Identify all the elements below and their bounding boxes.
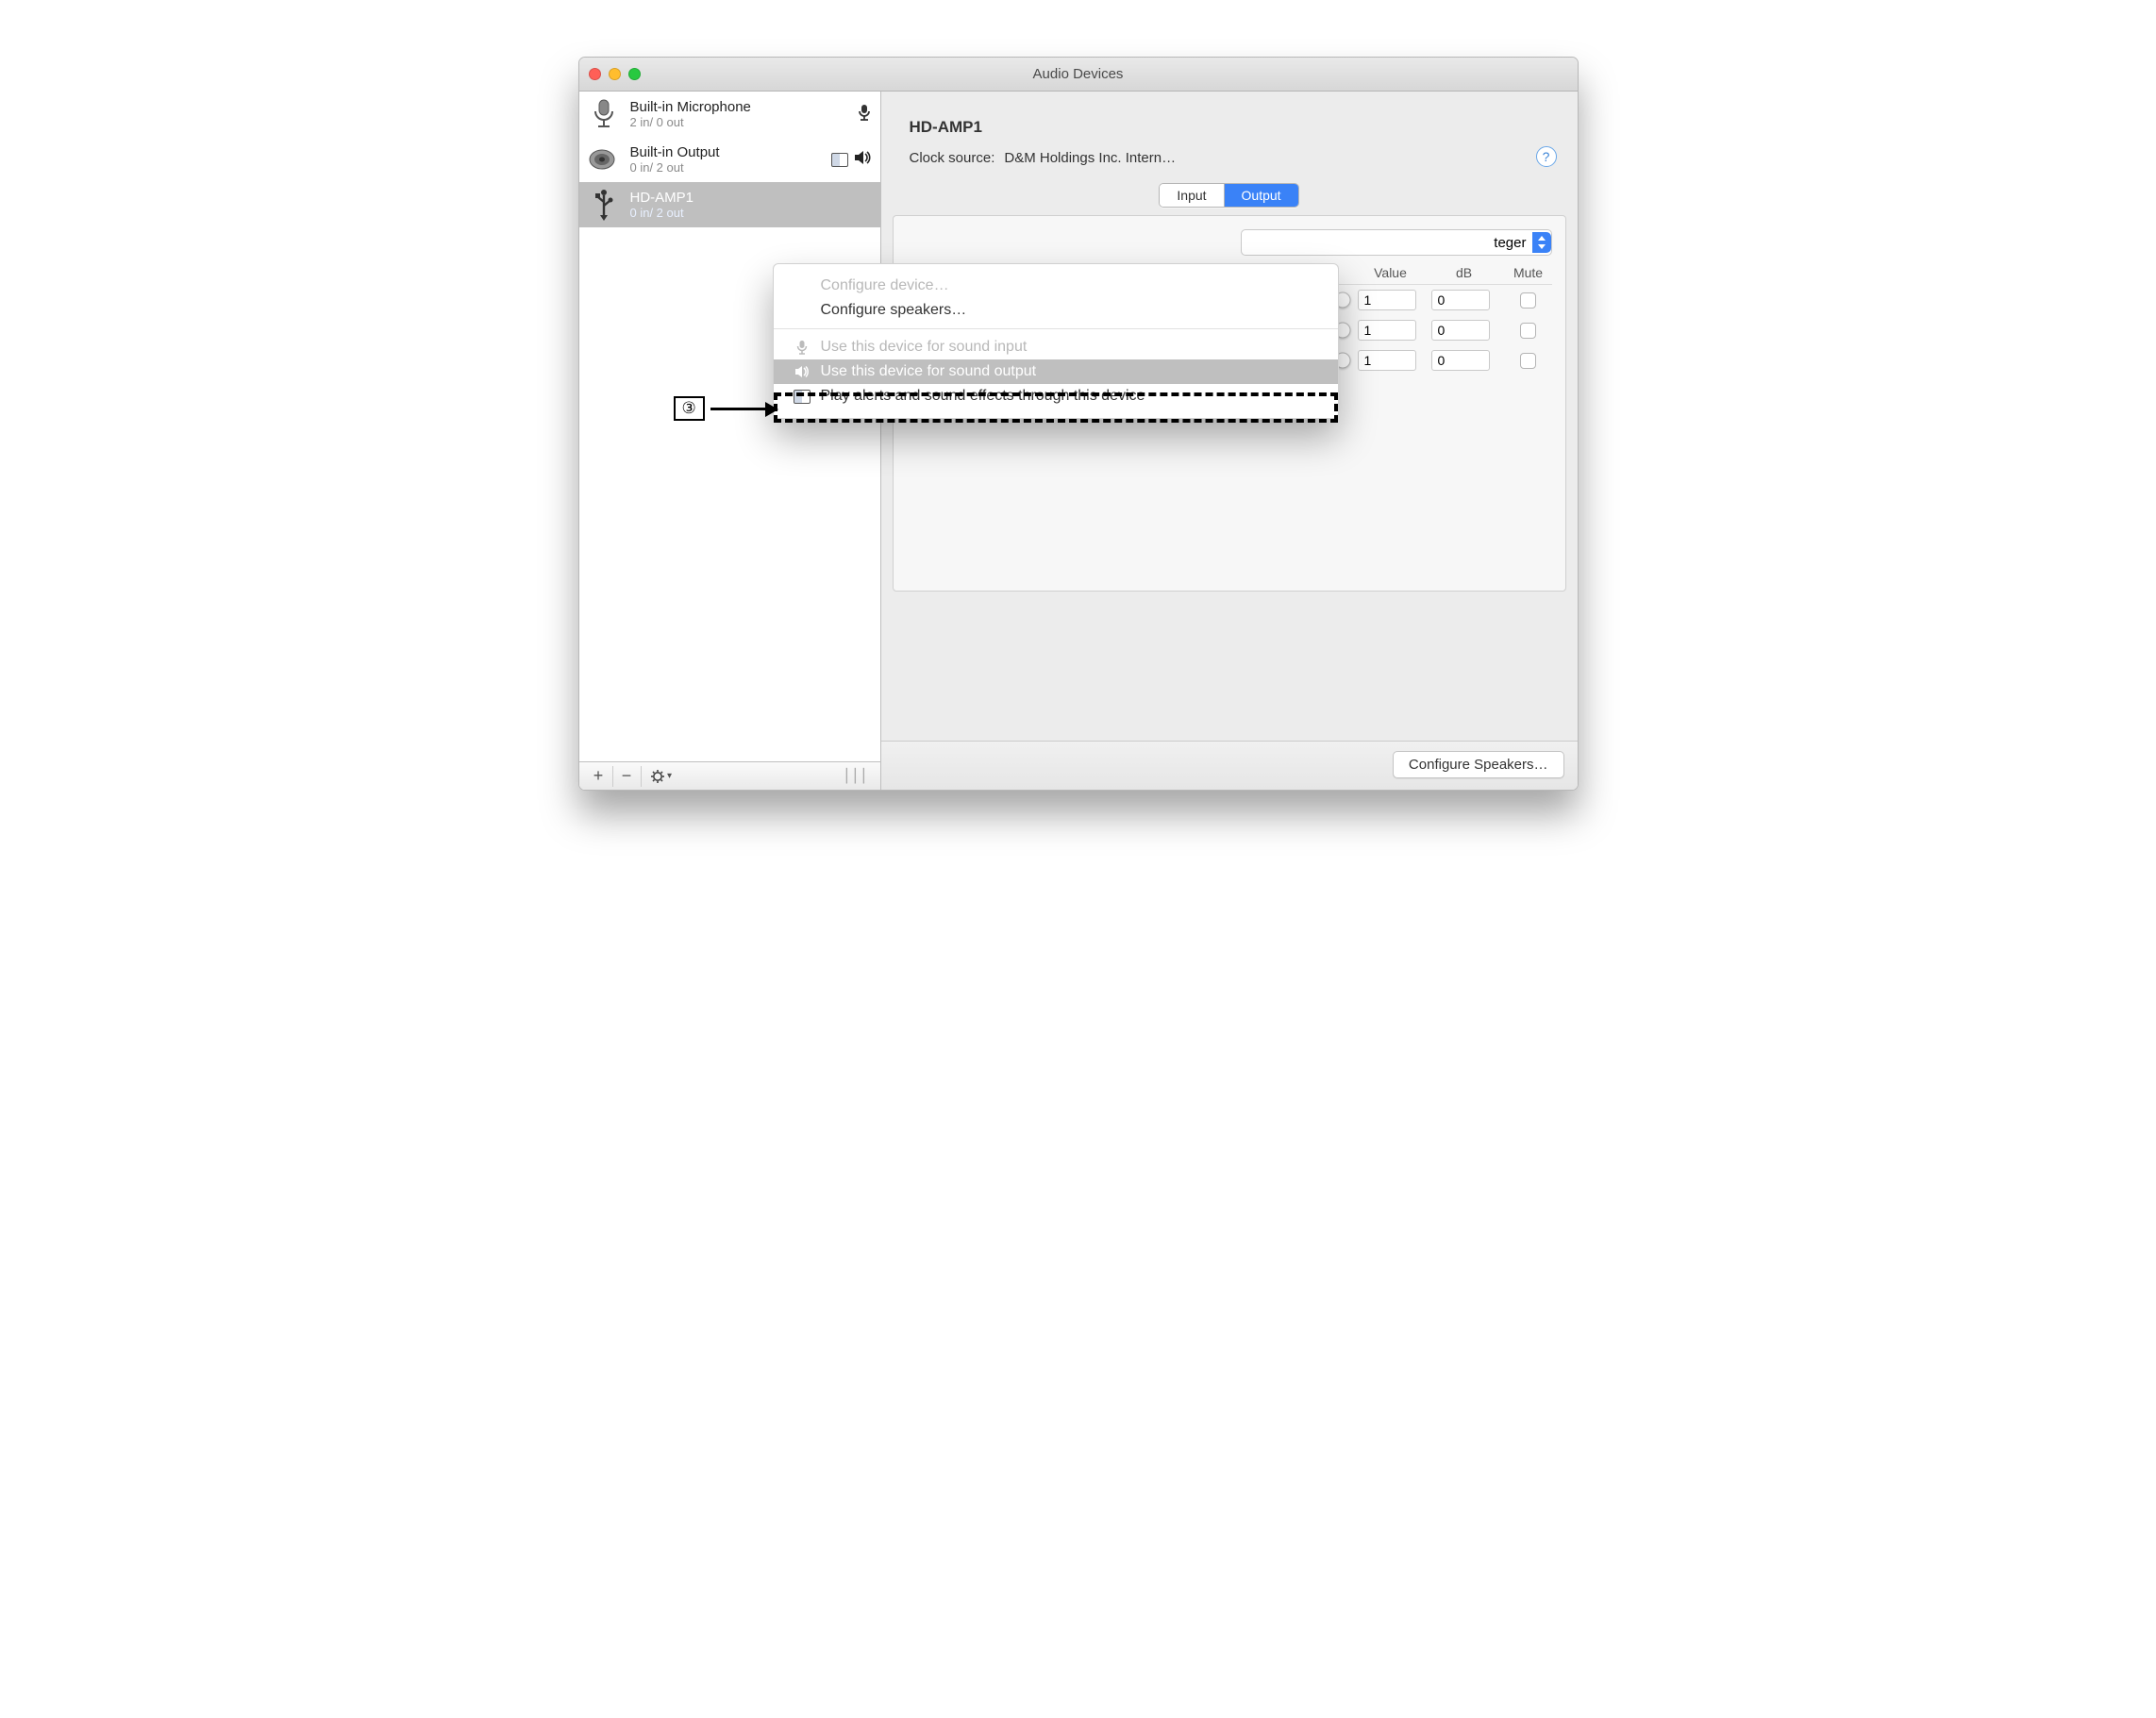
- close-button[interactable]: [589, 68, 601, 80]
- db-field[interactable]: 0: [1431, 290, 1490, 310]
- io-tabs: Input Output: [1159, 183, 1298, 208]
- configure-speakers-button[interactable]: Configure Speakers…: [1393, 751, 1564, 778]
- device-channels: 2 in/ 0 out: [630, 115, 848, 129]
- arrow-icon: [710, 408, 777, 410]
- tab-output[interactable]: Output: [1225, 184, 1298, 207]
- col-value: Value: [1358, 265, 1424, 280]
- db-field[interactable]: 0: [1431, 320, 1490, 341]
- add-device-button[interactable]: +: [585, 766, 613, 787]
- tab-input[interactable]: Input: [1160, 184, 1224, 207]
- detail-panel: HD-AMP1 Clock source: D&M Holdings Inc. …: [881, 92, 1578, 790]
- finder-icon: [793, 390, 811, 404]
- usb-icon: [587, 188, 621, 222]
- window-controls: [589, 68, 641, 80]
- help-button[interactable]: ?: [1536, 146, 1557, 167]
- col-db: dB: [1431, 265, 1497, 280]
- device-channels: 0 in/ 2 out: [630, 160, 822, 175]
- sound-output-icon: [854, 150, 871, 170]
- callout-number: ③: [674, 396, 705, 421]
- titlebar: Audio Devices: [579, 58, 1578, 92]
- mute-checkbox[interactable]: [1520, 323, 1536, 339]
- menu-use-sound-input: Use this device for sound input: [774, 335, 1338, 359]
- mic-icon: [793, 340, 811, 355]
- device-sidebar: Built-in Microphone 2 in/ 0 out: [579, 92, 881, 790]
- device-builtin-output[interactable]: Built-in Output 0 in/ 2 out: [579, 137, 880, 182]
- selected-device-title: HD-AMP1: [910, 118, 1549, 137]
- speaker-icon: [587, 142, 621, 176]
- value-field[interactable]: 1: [1358, 320, 1416, 341]
- db-field[interactable]: 0: [1431, 350, 1490, 371]
- minimize-button[interactable]: [609, 68, 621, 80]
- speaker-icon: [793, 365, 811, 378]
- format-visible-text: teger: [1494, 235, 1531, 251]
- device-actions-button[interactable]: ▾: [642, 766, 681, 787]
- device-name: HD-AMP1: [630, 190, 871, 206]
- device-builtin-microphone[interactable]: Built-in Microphone 2 in/ 0 out: [579, 92, 880, 137]
- mute-checkbox[interactable]: [1520, 353, 1536, 369]
- value-field[interactable]: 1: [1358, 290, 1416, 310]
- microphone-icon: [587, 97, 621, 131]
- system-alerts-icon: [831, 153, 848, 167]
- sidebar-toolbar: + − ▾ ⎢⎢⎢: [579, 761, 880, 790]
- device-channels: 0 in/ 2 out: [630, 206, 871, 220]
- col-mute: Mute: [1505, 265, 1552, 280]
- menu-configure-device: Configure device…: [774, 274, 1338, 298]
- clock-source-value: D&M Holdings Inc. Intern…: [1004, 150, 1176, 166]
- annotation-callout: ③: [674, 396, 777, 421]
- zoom-button[interactable]: [628, 68, 641, 80]
- window-title: Audio Devices: [579, 66, 1578, 82]
- device-list: Built-in Microphone 2 in/ 0 out: [579, 92, 880, 761]
- device-hdamp1[interactable]: HD-AMP1 0 in/ 2 out: [579, 182, 880, 227]
- clock-source-label: Clock source:: [910, 150, 995, 166]
- menu-use-sound-output[interactable]: Use this device for sound output: [774, 359, 1338, 384]
- chevron-down-icon: ▾: [667, 771, 672, 781]
- device-name: Built-in Output: [630, 144, 822, 160]
- menu-play-alerts[interactable]: Play alerts and sound effects through th…: [774, 384, 1338, 409]
- menu-configure-speakers[interactable]: Configure speakers…: [774, 298, 1338, 323]
- device-name: Built-in Microphone: [630, 99, 848, 115]
- format-select[interactable]: teger: [1241, 229, 1552, 256]
- mute-checkbox[interactable]: [1520, 292, 1536, 309]
- device-context-menu: Configure device… Configure speakers… Us…: [773, 263, 1339, 419]
- resize-grip-icon[interactable]: ⎢⎢⎢: [845, 768, 875, 784]
- remove-device-button[interactable]: −: [613, 766, 642, 787]
- audio-devices-window: Audio Devices Built-in Microphone: [578, 57, 1579, 791]
- mic-badge-icon: [858, 104, 871, 125]
- value-field[interactable]: 1: [1358, 350, 1416, 371]
- select-stepper-icon: [1532, 232, 1551, 253]
